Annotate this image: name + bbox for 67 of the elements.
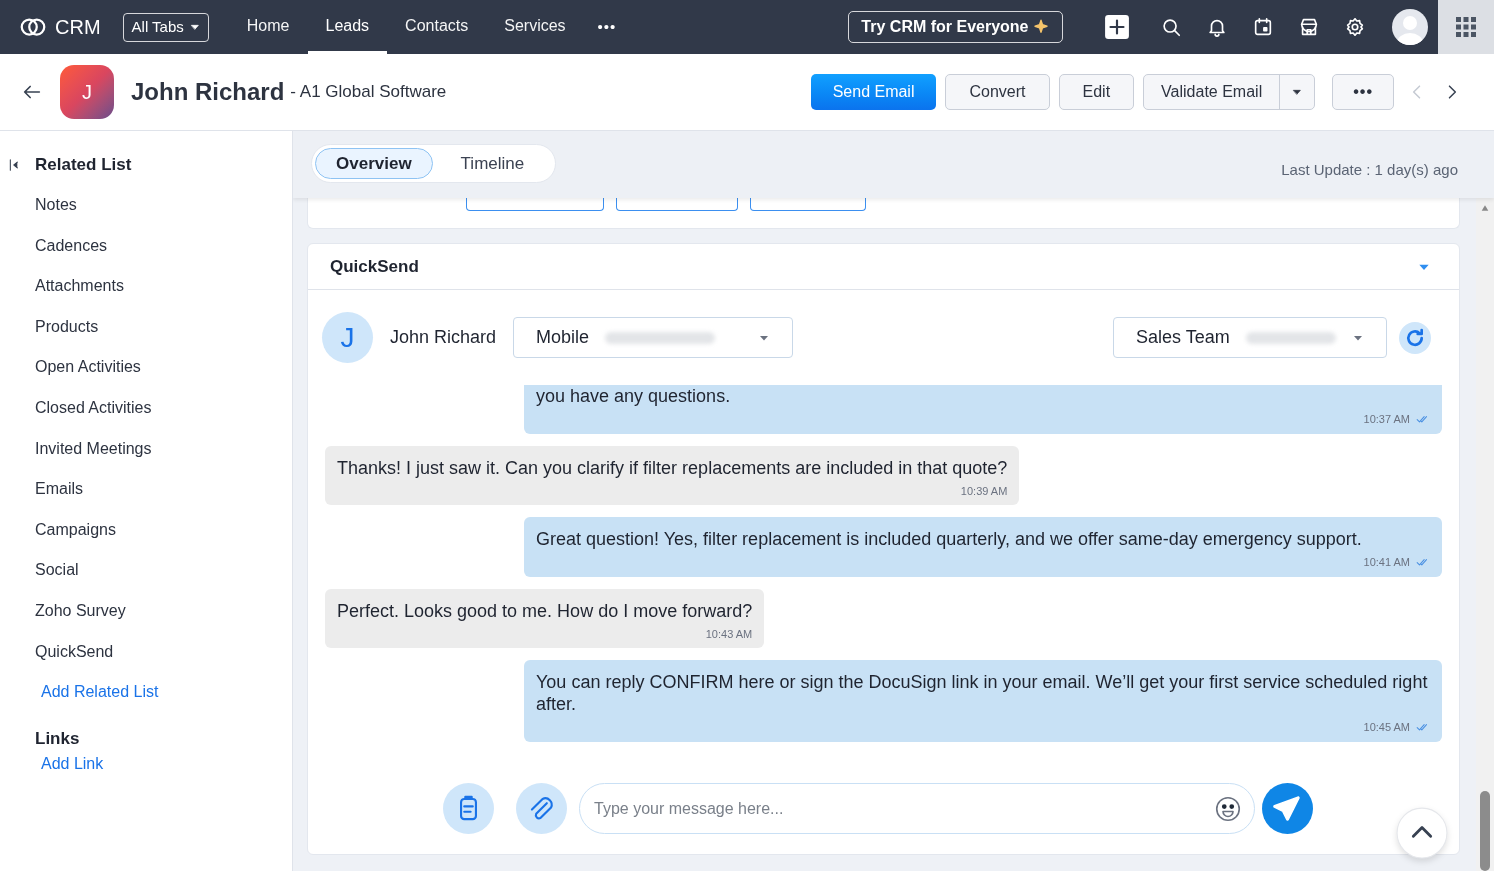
sparkle-icon [1031,18,1050,36]
survey-button[interactable] [750,198,866,211]
sidebar-item[interactable]: Zoho Survey [0,590,292,632]
nav-tab[interactable]: Home [228,0,308,54]
view-tab[interactable]: Timeline [432,148,553,179]
message-field[interactable]: Type your message here... [579,783,1255,834]
sidebar-item[interactable]: Closed Activities [0,387,292,429]
scroll-up-icon[interactable] [1396,807,1448,859]
message-time: 10:45 AM [1363,720,1410,735]
add-link[interactable]: Add Link [0,751,292,776]
contact-name: John Richard [390,326,497,349]
avatar[interactable] [1391,9,1428,45]
view-tab[interactable]: Overview [315,148,433,179]
message-time: 10:39 AM [960,483,1008,499]
send-icon[interactable] [1262,783,1313,834]
message-text: Great question! Yes, filter replacement is included quarterly, and we offer same-day emergency support. [536,528,1363,550]
sidebar-item[interactable]: QuickSend [0,631,292,673]
record-avatar: J [60,65,114,119]
message-time: 10:41 AM [1363,555,1410,570]
promo-button[interactable]: Try CRM for Everyone [848,11,1063,43]
all-tabs-button[interactable]: All Tabs [122,12,209,42]
sidebar-item[interactable]: Open Activities [0,347,292,388]
sidebar-item[interactable]: Emails [0,469,292,510]
sidebar-item[interactable]: Campaigns [0,509,292,551]
action-button[interactable]: Convert [945,74,1050,110]
company-name: - A1 Global Software [290,81,447,104]
app-name: CRM [55,15,101,40]
scroll-arrow-icon [1480,204,1490,212]
caret-icon [189,22,200,32]
sidebar-item[interactable]: Cadences [0,225,292,267]
plus-icon[interactable] [1103,14,1130,40]
message-text: you have any questions. [536,385,732,407]
caret-icon [1292,87,1303,97]
sidebar-item[interactable]: Invited Meetings [0,428,292,470]
channel-dropdown[interactable]: Sales Team [1113,317,1387,358]
sidebar-item[interactable]: Social [0,550,292,591]
attach-icon[interactable] [516,783,567,834]
message-text: Thanks! I just saw it. Can you clarify if filter replacements are included in that quote? [337,456,1008,479]
add-related-list-link[interactable]: Add Related List [0,672,292,713]
scrollbar[interactable] [1476,198,1494,871]
section-title: Links [34,728,81,751]
last-update-text: Last Update : 1 day(s) ago [1281,160,1458,181]
more-button[interactable]: ••• [1332,74,1394,110]
sidebar-item[interactable]: Products [0,306,292,348]
sidebar-item[interactable]: Attachments [0,266,292,307]
message-text: You can reply CONFIRM here or sign the DocuSign link in your email. We’ll get your first service scheduled right after. [536,671,1429,715]
contact-avatar: J [322,312,373,363]
refresh-icon[interactable] [1399,321,1431,354]
scrollbar-thumb[interactable] [1480,791,1490,871]
section-title: Related List [35,154,132,177]
nav-tab[interactable]: Contacts [387,0,487,54]
split-button[interactable]: Validate Email [1143,74,1316,110]
record-name: John Richard [131,77,285,107]
message-time: 10:43 AM [705,626,753,642]
survey-button[interactable] [466,198,604,211]
nav-tab[interactable]: Services [486,0,584,54]
notes-icon[interactable] [443,783,494,834]
message-time: 10:37 AM [1363,412,1410,427]
action-button[interactable]: Edit [1058,74,1135,110]
channel-dropdown[interactable]: Mobile [513,317,794,358]
card-title: QuickSend [330,255,419,278]
survey-button[interactable] [616,198,738,211]
send-email-button[interactable]: Send Email [810,74,937,110]
message-text: Perfect. Looks good to me. How do I move forward? [337,599,753,622]
more-tabs-button[interactable]: ••• [597,15,617,39]
sidebar-item[interactable]: Notes [0,185,292,226]
apps-icon[interactable] [1438,0,1494,54]
